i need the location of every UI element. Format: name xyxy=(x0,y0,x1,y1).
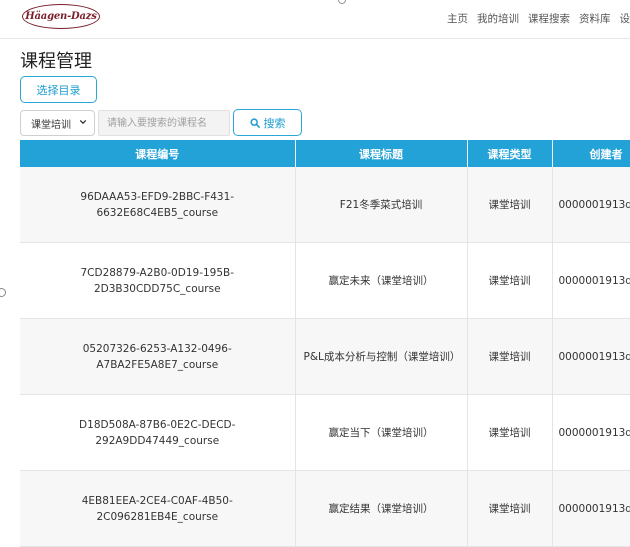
search-icon xyxy=(250,118,260,128)
course-id-cell: 7CD28879-A2B0-0D19-195B-2D3B30CDD75C_cou… xyxy=(20,243,295,319)
course-id-cell: 96DAAA53-EFD9-2BBC-F431-6632E68C4EB5_cou… xyxy=(20,167,295,243)
search-input[interactable] xyxy=(98,110,230,136)
course-title-cell: 赢定未来（课堂培训） xyxy=(295,243,467,319)
table-row[interactable]: D18D508A-87B6-0E2C-DECD-292A9DD47449_cou… xyxy=(20,395,630,471)
nav-library-link[interactable]: 资料库 xyxy=(579,11,611,26)
brand-logo[interactable]: Häagen-Dazs xyxy=(22,4,100,29)
top-nav: 主页 我的培训 课程搜索 资料库 设 xyxy=(447,11,630,26)
course-title-cell: 赢定当下（课堂培训） xyxy=(295,395,467,471)
course-title-cell: F21冬季菜式培训 xyxy=(295,167,467,243)
creator-cell: 0000001913dl xyxy=(552,167,630,243)
table-row[interactable]: 96DAAA53-EFD9-2BBC-F431-6632E68C4EB5_cou… xyxy=(20,167,630,243)
table-row[interactable]: 05207326-6253-A132-0496-A7BA2FE5A8E7_cou… xyxy=(20,319,630,395)
select-directory-button[interactable]: 选择目录 xyxy=(20,76,97,103)
course-title-cell: P&L成本分析与控制（课堂培训） xyxy=(295,319,467,395)
table-row[interactable]: 4EB81EEA-2CE4-C0AF-4B50-2C096281EB4E_cou… xyxy=(20,471,630,547)
course-type-select-value: 课堂培训 xyxy=(31,116,71,131)
circle-icon xyxy=(0,288,6,297)
course-id-cell: 4EB81EEA-2CE4-C0AF-4B50-2C096281EB4E_cou… xyxy=(20,471,295,547)
creator-cell: 0000001913dl xyxy=(552,319,630,395)
creator-cell: 0000001913dl xyxy=(552,471,630,547)
course-type-cell: 课堂培训 xyxy=(467,471,552,547)
creator-cell: 0000001913dl xyxy=(552,395,630,471)
column-header-course-id[interactable]: 课程编号 xyxy=(20,140,295,167)
course-type-cell: 课堂培训 xyxy=(467,395,552,471)
course-type-cell: 课堂培训 xyxy=(467,319,552,395)
column-header-creator[interactable]: 创建者 xyxy=(552,140,630,167)
nav-my-training-link[interactable]: 我的培训 xyxy=(477,11,519,26)
course-type-cell: 课堂培训 xyxy=(467,243,552,319)
column-header-course-title[interactable]: 课程标题 xyxy=(295,140,467,167)
search-button-label: 搜索 xyxy=(264,115,286,131)
course-table: 课程编号 课程标题 课程类型 创建者 96DAAA53-EFD9-2BBC-F4… xyxy=(20,140,630,547)
nav-settings-link[interactable]: 设 xyxy=(620,11,630,26)
course-title-cell: 赢定结果（课堂培训） xyxy=(295,471,467,547)
column-header-course-type[interactable]: 课程类型 xyxy=(467,140,552,167)
nav-course-search-link[interactable]: 课程搜索 xyxy=(528,11,570,26)
search-button[interactable]: 搜索 xyxy=(233,109,302,136)
course-id-cell: D18D508A-87B6-0E2C-DECD-292A9DD47449_cou… xyxy=(20,395,295,471)
course-type-select[interactable]: 课堂培训 xyxy=(20,110,95,136)
creator-cell: 0000001913dl xyxy=(552,243,630,319)
table-row[interactable]: 7CD28879-A2B0-0D19-195B-2D3B30CDD75C_cou… xyxy=(20,243,630,319)
table-header-row: 课程编号 课程标题 课程类型 创建者 xyxy=(20,140,630,167)
logo-text: Häagen-Dazs xyxy=(25,11,96,22)
course-type-cell: 课堂培训 xyxy=(467,167,552,243)
top-header: Häagen-Dazs 主页 我的培训 课程搜索 资料库 设 xyxy=(0,0,630,39)
page-title: 课程管理 xyxy=(20,47,92,73)
course-id-cell: 05207326-6253-A132-0496-A7BA2FE5A8E7_cou… xyxy=(20,319,295,395)
circle-icon xyxy=(338,0,346,4)
nav-home-link[interactable]: 主页 xyxy=(447,11,468,26)
chevron-down-icon xyxy=(79,118,87,126)
